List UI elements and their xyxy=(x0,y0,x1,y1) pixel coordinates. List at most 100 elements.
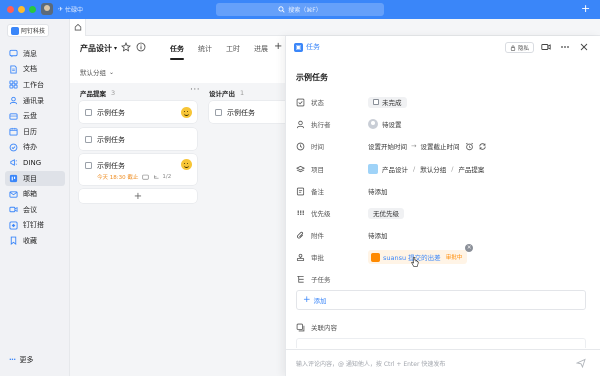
attachment-input[interactable]: 待添加 xyxy=(368,230,388,240)
send-icon[interactable] xyxy=(576,358,586,368)
smiley-emoji-icon xyxy=(181,159,192,170)
field-status: 状态 未完成 xyxy=(296,96,407,108)
sidebar-nav: 消息 文档 工作台 通讯录 云盘 日历 待办 DING 项目 邮箱 会议 钉钉搭… xyxy=(5,46,65,249)
layers-icon xyxy=(296,165,305,174)
field-subtask: 子任务 xyxy=(296,273,368,285)
repeat-icon[interactable] xyxy=(478,142,487,151)
info-icon[interactable] xyxy=(136,42,146,52)
alarm-icon[interactable] xyxy=(465,142,474,151)
cloud-drive-icon xyxy=(9,112,18,121)
sidebar-item-dingtalk-builder[interactable]: 钉钉搭 xyxy=(5,218,65,234)
star-icon[interactable] xyxy=(121,42,131,52)
calendar-icon xyxy=(9,127,18,136)
sidebar-more[interactable]: ··· 更多 xyxy=(9,355,33,365)
panel-actions xyxy=(541,42,589,52)
todo-icon xyxy=(9,143,18,152)
task-checkbox[interactable] xyxy=(85,162,92,169)
more-icon[interactable] xyxy=(560,42,570,52)
field-attachment: 附件 待添加 xyxy=(296,229,388,241)
privacy-button[interactable]: 隐私 xyxy=(505,42,535,53)
sidebar-item-todo[interactable]: 待办 xyxy=(5,140,65,156)
sidebar-item-docs[interactable]: 文档 xyxy=(5,62,65,78)
video-icon[interactable] xyxy=(541,42,551,52)
tab-strip xyxy=(70,19,600,36)
new-button[interactable]: + xyxy=(581,3,590,15)
project-title[interactable]: 产品设计 ▾ xyxy=(80,43,117,54)
workbench-icon xyxy=(9,80,18,90)
task-checkbox[interactable] xyxy=(85,136,92,143)
home-icon xyxy=(74,23,82,31)
sidebar-item-project[interactable]: 项目 xyxy=(5,170,65,187)
note-input[interactable]: 待添加 xyxy=(368,186,388,196)
sidebar-item-messages[interactable]: 消息 xyxy=(5,46,65,62)
sidebar-item-meeting[interactable]: 会议 xyxy=(5,202,65,218)
home-tab[interactable] xyxy=(70,19,86,36)
minimize-window-button[interactable] xyxy=(18,6,25,13)
maximize-window-button[interactable] xyxy=(29,6,36,13)
checkbox-icon xyxy=(296,98,305,107)
comment-box[interactable]: 输入评论内容，@ 通知他人，按 Ctrl + Enter 快速发布 xyxy=(286,349,600,376)
field-related: 关联内容 xyxy=(296,322,337,332)
task-detail-panel: ▣ 任务 隐私 示例任务 状态 未完成 执行者 待设置 时间 设置开始时间 → … xyxy=(285,36,600,376)
field-project: 项目 产品设计 / 默认分组 / 产品提案 xyxy=(296,163,484,175)
global-search[interactable]: 搜索（⌘F） xyxy=(216,3,384,16)
pointer-cursor-icon xyxy=(411,257,419,267)
field-time: 时间 设置开始时间 → 设置截止时间 xyxy=(296,140,487,152)
caret-down-icon: ▾ xyxy=(114,45,118,52)
tab-tasks[interactable]: 任务 xyxy=(170,44,184,60)
search-icon xyxy=(278,6,285,13)
plus-icon: + xyxy=(303,295,311,305)
sidebar: 阿钉科技 消息 文档 工作台 通讯录 云盘 日历 待办 DING 项目 邮箱 会… xyxy=(0,19,70,376)
close-window-button[interactable] xyxy=(7,6,14,13)
project-path[interactable]: 产品设计 / 默认分组 / 产品提案 xyxy=(368,164,484,174)
sidebar-item-contacts[interactable]: 通讯录 xyxy=(5,93,65,109)
remove-approval-button[interactable]: ✕ xyxy=(465,244,474,252)
sidebar-item-workbench[interactable]: 工作台 xyxy=(5,77,65,93)
task-card[interactable]: 示例任务 xyxy=(79,101,197,123)
priority-select[interactable]: 无优先级 xyxy=(368,207,404,219)
add-subtask-button[interactable]: + 添加 xyxy=(296,290,586,310)
task-meta: 今天 18:30 截止 1/2 xyxy=(97,173,171,181)
title-bar: ✈ 忙碌中 搜索（⌘F） + xyxy=(0,0,600,19)
user-status[interactable]: ✈ 忙碌中 xyxy=(58,5,83,14)
task-card[interactable]: 示例任务 xyxy=(209,101,285,123)
contacts-icon xyxy=(9,96,18,105)
related-content-box[interactable] xyxy=(296,338,586,348)
field-assignee: 执行者 待设置 xyxy=(296,118,402,130)
tab-statistics[interactable]: 统计 xyxy=(198,44,212,54)
status-select[interactable]: 未完成 xyxy=(368,96,407,108)
person-icon xyxy=(296,120,305,129)
dingtalk-builder-icon xyxy=(9,221,18,230)
comment-icon xyxy=(142,174,150,180)
end-time-input[interactable]: 设置截止时间 xyxy=(420,141,459,151)
status-checkbox xyxy=(373,99,379,105)
task-title[interactable]: 示例任务 xyxy=(296,72,328,83)
tab-progress[interactable]: 进展 xyxy=(254,44,268,54)
sidebar-item-ding[interactable]: DING xyxy=(5,155,65,171)
field-note: 备注 待添加 xyxy=(296,185,388,197)
tab-work-hours[interactable]: 工时 xyxy=(226,44,240,54)
sidebar-item-favorites[interactable]: 收藏 xyxy=(5,233,65,249)
window-controls xyxy=(7,6,36,13)
comment-input[interactable]: 输入评论内容，@ 通知他人，按 Ctrl + Enter 快速发布 xyxy=(296,359,445,368)
sidebar-item-calendar[interactable]: 日历 xyxy=(5,124,65,140)
task-checkbox[interactable] xyxy=(215,109,222,116)
close-icon[interactable] xyxy=(579,42,589,52)
add-view-button[interactable]: + xyxy=(274,41,282,52)
add-task-button[interactable]: + xyxy=(79,189,197,203)
task-card[interactable]: 示例任务 xyxy=(79,128,197,150)
task-card[interactable]: 示例任务 今天 18:30 截止 1/2 xyxy=(79,154,197,185)
message-icon xyxy=(9,49,18,58)
sidebar-item-cloud-drive[interactable]: 云盘 xyxy=(5,108,65,124)
column-more-icon[interactable]: ··· xyxy=(190,85,200,95)
start-time-input[interactable]: 设置开始时间 xyxy=(368,141,407,151)
due-date: 今天 18:30 截止 xyxy=(97,175,139,181)
group-filter[interactable]: 默认分组 ⌄ xyxy=(80,67,114,78)
lock-icon xyxy=(510,44,516,51)
assignee-select[interactable]: 待设置 xyxy=(368,119,402,129)
task-checkbox[interactable] xyxy=(85,109,92,116)
user-avatar[interactable] xyxy=(41,3,53,15)
org-switcher[interactable]: 阿钉科技 xyxy=(7,24,50,37)
sidebar-item-mail[interactable]: 邮箱 xyxy=(5,186,65,202)
clock-icon xyxy=(296,142,305,151)
